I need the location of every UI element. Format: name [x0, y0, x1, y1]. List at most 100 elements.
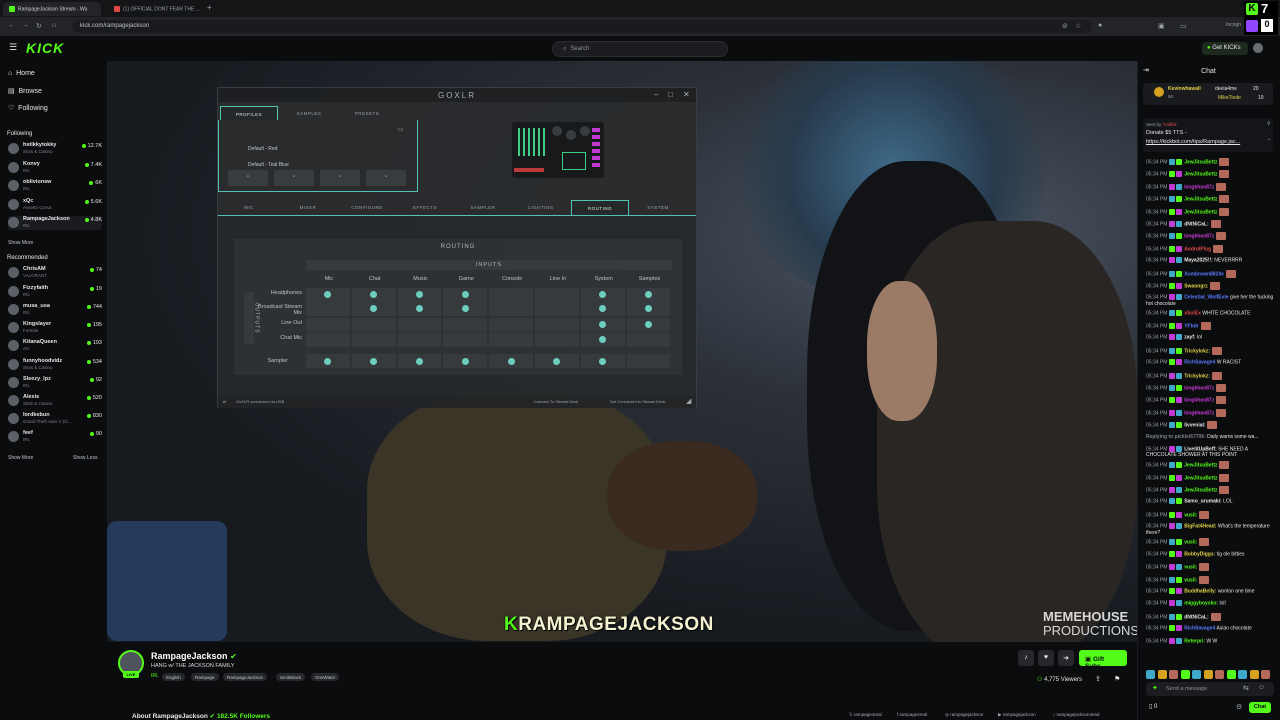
connect-stream-deck-link[interactable]: Connect To Stream Deck — [534, 399, 578, 404]
routing-cell[interactable] — [397, 333, 442, 347]
chat-message[interactable]: 05:34 PM dNtNiCaL: — [1146, 220, 1276, 228]
chat-username[interactable]: AndrolPlug — [1184, 246, 1211, 252]
social-tiktok[interactable]: ♪ rampagejackson4real — [1053, 712, 1100, 717]
chat-message[interactable]: 05:34 PM Trickylokz: — [1146, 371, 1276, 380]
translate-icon[interactable]: ⇆ — [1243, 684, 1249, 692]
gift-subs-button[interactable]: ▣ Gift Subs — [1079, 650, 1127, 670]
social-x[interactable]: 𝕏 rampage4real — [849, 712, 882, 718]
chat-username[interactable]: miggyboysko: — [1184, 601, 1218, 607]
social-facebook[interactable]: f rampage4real — [897, 712, 927, 717]
minimize-icon[interactable]: – — [654, 90, 658, 99]
chat-message[interactable]: 05:34 PM LivelitUpBeff: SHE NEED A CHOCO… — [1146, 446, 1276, 458]
tag-pill[interactable]: SmileBack — [276, 673, 306, 681]
chat-username[interactable]: vusli: — [1184, 577, 1197, 583]
forward-icon[interactable]: → — [22, 22, 29, 29]
share-icon[interactable]: ⇪ — [1095, 675, 1101, 683]
chat-username[interactable]: Replying to pickle/67706: — [1146, 434, 1206, 440]
sidebar-channel[interactable]: Konvy IRL 7.4K — [8, 161, 102, 175]
chat-username[interactable]: Trickylokz: — [1184, 348, 1210, 354]
chat-message[interactable]: 05:34 PM vusli: — [1146, 510, 1276, 519]
chevron-down-icon[interactable]: ⌄ — [1267, 136, 1271, 142]
chat-username[interactable]: JewJitsuBettz — [1184, 463, 1217, 469]
chat-username[interactable]: kingkhan87z — [1184, 234, 1214, 240]
profile-save-button[interactable]: ▫ — [274, 170, 314, 186]
emote-icon[interactable] — [1146, 670, 1155, 679]
kick-emote-icon[interactable]: ✦ — [1152, 684, 1158, 692]
tab-mixer[interactable]: MIXER — [283, 205, 333, 210]
chat-username[interactable]: RichSavage4 — [1184, 360, 1215, 366]
browser-tab-1[interactable]: RampageJackson Stream - Wa — [3, 2, 101, 16]
chat-username[interactable]: JewJitsuBettz — [1184, 209, 1217, 215]
extension-icon[interactable]: ● — [1098, 22, 1102, 29]
chat-message[interactable]: 05:34 PM Reterpri: W W — [1146, 637, 1276, 644]
tag-pill[interactable]: RampageJackson — [223, 673, 268, 681]
chat-message[interactable]: 05:34 PM RichSavage4 W RACIST — [1146, 359, 1276, 366]
reload-icon[interactable]: ↻ — [36, 22, 42, 30]
tab-configure[interactable]: CONFIGURE — [342, 205, 392, 210]
user-avatar[interactable] — [1253, 43, 1263, 53]
chat-message[interactable]: 05:34 PM kingkhan87z — [1146, 408, 1276, 417]
chat-message[interactable]: 05:34 PM YFhdr — [1146, 322, 1276, 330]
tab-sampler[interactable]: SAMPLER — [458, 205, 508, 210]
routing-cell[interactable] — [397, 318, 442, 332]
chat-username[interactable]: Xumbrown8824x — [1184, 271, 1224, 277]
sidebar-channel[interactable]: Kingslayer Fortnite 195 — [8, 321, 102, 335]
back-icon[interactable]: ← — [8, 22, 15, 29]
chat-message[interactable]: 05:34 PM vusli: — [1146, 575, 1276, 584]
sidebar-channel[interactable]: RampageJackson IRL 4.8K — [8, 216, 102, 230]
sidebar-channel[interactable]: funnyhoodvidz Slots & Casino 534 — [8, 358, 102, 372]
emote-icon[interactable] — [1180, 670, 1190, 679]
sidebar-channel[interactable]: feef IRL 90 — [8, 430, 102, 444]
emote-icon[interactable] — [1157, 670, 1167, 679]
points-display[interactable]: ▯ 0 — [1149, 703, 1157, 710]
search-input[interactable]: ⌕ Search — [552, 41, 728, 57]
routing-cell[interactable] — [489, 318, 533, 332]
chat-message[interactable]: 05:34 PM Samo_urumaki: LOL — [1146, 498, 1276, 505]
routing-cell[interactable] — [306, 333, 350, 347]
routing-cell[interactable] — [351, 333, 396, 347]
chat-message[interactable]: 05:34 PM JewJitsuBettz — [1146, 461, 1276, 470]
tag-pill[interactable]: English — [162, 673, 185, 681]
sidepanel-icon[interactable]: ▭ — [1180, 22, 1187, 30]
routing-cell[interactable] — [489, 288, 533, 302]
share-arrow-icon[interactable]: ➜ — [1058, 650, 1074, 666]
routing-cell[interactable] — [306, 318, 350, 332]
tag-pill[interactable]: OneWater — [311, 673, 340, 681]
chat-message[interactable]: 05:34 PM livvenial: — [1146, 421, 1276, 430]
show-more-following[interactable]: Show More — [8, 240, 33, 246]
emote-icon[interactable] — [1238, 670, 1247, 679]
routing-cell[interactable] — [535, 318, 579, 332]
chat-username[interactable]: YFhdr — [1184, 323, 1198, 329]
resize-grip-icon[interactable]: ◢ — [686, 397, 691, 405]
sidebar-channel[interactable]: Sleezy_lpz IRL 92 — [8, 376, 102, 390]
routing-cell[interactable] — [443, 318, 488, 332]
sidebar-channel[interactable]: KitanaQueen Art 193 — [8, 339, 102, 353]
chat-username[interactable]: zayf: — [1184, 335, 1195, 341]
chat-message[interactable]: 05:34 PM JewJitsuBettz — [1146, 170, 1276, 179]
chat-message[interactable]: 05:34 PM zayf: lol — [1146, 334, 1276, 341]
nav-following[interactable]: ♡ Following — [8, 104, 48, 112]
chat-username[interactable]: JewJitsuBettz — [1184, 487, 1217, 493]
tab-lighting[interactable]: LIGHTING — [516, 205, 566, 210]
tab-profiles[interactable]: PROFILES — [220, 106, 278, 120]
chat-username[interactable]: BuddhaBelly: — [1184, 588, 1216, 594]
chat-message[interactable]: 05:34 PM xSolEx WHITE CHOCOLATE — [1146, 309, 1276, 316]
tab-routing[interactable]: ROUTING — [571, 200, 629, 216]
chat-username[interactable]: kingkhan87z — [1184, 184, 1214, 190]
chat-username[interactable]: BigFat4Head: — [1184, 524, 1216, 530]
folder-icon[interactable]: ▭ — [398, 126, 404, 133]
profile-new-button[interactable]: ▫ — [228, 170, 268, 186]
chat-username[interactable]: JewJitsuBettz — [1184, 197, 1217, 203]
chat-message[interactable]: 05:34 PM BuddhaBelly: wonton one time — [1146, 588, 1276, 594]
emote-icon[interactable] — [1169, 670, 1178, 679]
emoji-icon[interactable]: ☺ — [1258, 684, 1265, 691]
url-field[interactable]: kick.com/rampagejackson — [72, 20, 1092, 33]
chat-username[interactable]: Reterpri: — [1184, 638, 1205, 644]
nav-browse[interactable]: ▤ Browse — [8, 87, 42, 95]
chat-username[interactable]: RichSavage4 — [1184, 626, 1215, 632]
emote-icon[interactable] — [1215, 670, 1224, 679]
routing-cell[interactable] — [626, 333, 671, 347]
routing-cell[interactable] — [306, 302, 350, 316]
chat-username[interactable]: vusli: — [1184, 512, 1197, 518]
tab-presets[interactable]: PRESETS — [338, 106, 396, 120]
